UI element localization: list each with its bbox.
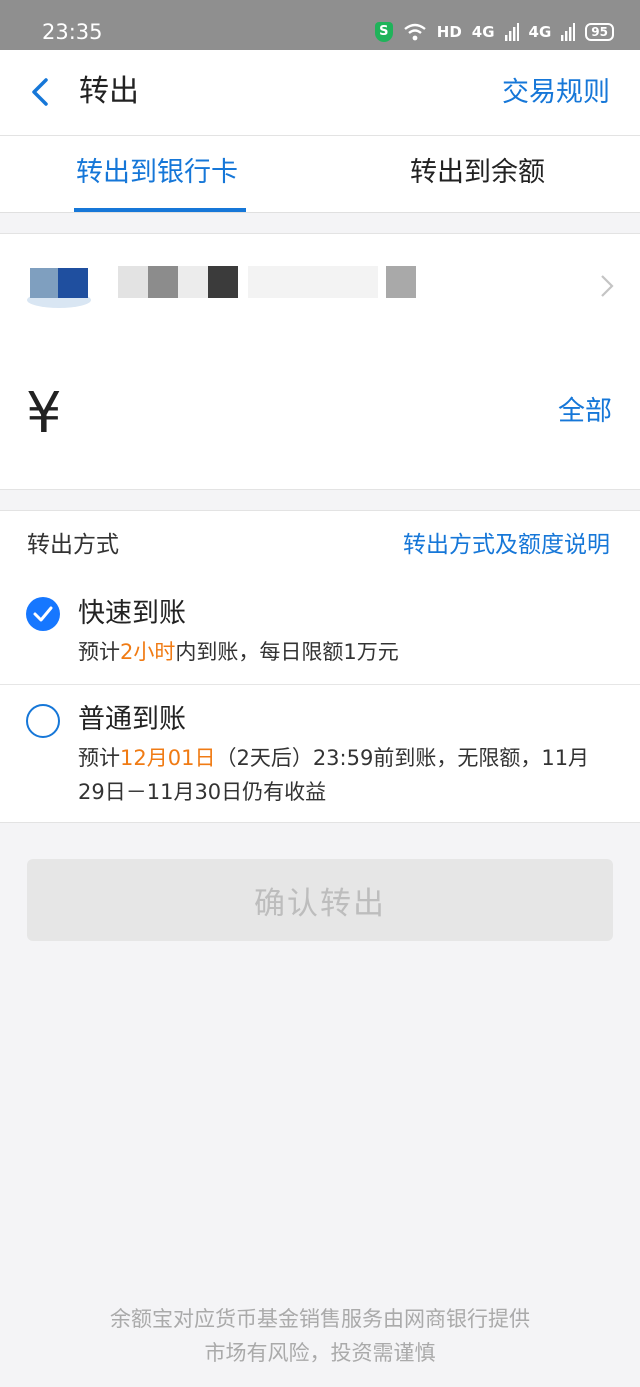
radio-unchecked-icon[interactable] bbox=[26, 704, 60, 738]
status-bar: 23:35 S HD 4G 4G 95 bbox=[0, 0, 640, 50]
signal-icon-2 bbox=[561, 23, 576, 41]
footer-line-2: 市场有风险，投资需谨慎 bbox=[204, 1341, 436, 1365]
tab-to-balance[interactable]: 转出到余额 bbox=[410, 156, 545, 190]
chevron-right-icon bbox=[601, 275, 614, 297]
all-amount-link[interactable]: 全部 bbox=[558, 395, 612, 429]
amount-row: ¥ 全部 bbox=[0, 339, 640, 490]
transaction-rules-link[interactable]: 交易规则 bbox=[502, 76, 610, 110]
status-icons: S HD 4G 4G 95 bbox=[374, 19, 614, 45]
wifi-icon bbox=[404, 23, 426, 41]
nav-bar: 转出 交易规则 bbox=[0, 50, 640, 136]
status-time: 23:35 bbox=[42, 20, 103, 44]
hd-label: HD bbox=[436, 23, 462, 41]
amount-input[interactable] bbox=[80, 394, 484, 436]
footer-line-1: 余额宝对应货币基金销售服务由网商银行提供 bbox=[110, 1307, 530, 1331]
arrival-time-highlight: 2小时 bbox=[120, 640, 176, 664]
option-fast-arrival[interactable]: 快速到账 预计2小时内到账，每日限额1万元 bbox=[0, 579, 640, 685]
transfer-method-label: 转出方式 bbox=[27, 532, 119, 558]
bank-card-selector[interactable] bbox=[0, 233, 640, 340]
battery-icon: 95 bbox=[585, 23, 614, 41]
arrival-date-highlight: 12月01日 bbox=[120, 746, 216, 770]
network-4g-label-2: 4G bbox=[528, 23, 552, 41]
option-description: 预计12月01日（2天后）23:59前到账，无限额，11月29日－11月30日仍… bbox=[78, 746, 590, 804]
masked-card-info bbox=[118, 266, 418, 298]
option-description: 预计2小时内到账，每日限额1万元 bbox=[78, 640, 399, 664]
transfer-tabs: 转出到银行卡 转出到余额 bbox=[0, 136, 640, 213]
tab-to-bank-card[interactable]: 转出到银行卡 bbox=[76, 156, 238, 190]
option-title: 普通到账 bbox=[78, 704, 186, 735]
option-title: 快速到账 bbox=[78, 598, 186, 629]
signal-icon-1 bbox=[504, 23, 519, 41]
confirm-transfer-button[interactable]: 确认转出 bbox=[27, 859, 613, 941]
page-title: 转出 bbox=[79, 74, 139, 109]
back-arrow-icon[interactable] bbox=[26, 74, 56, 110]
option-normal-arrival[interactable]: 普通到账 预计12月01日（2天后）23:59前到账，无限额，11月29日－11… bbox=[0, 685, 640, 823]
transfer-method-header: 转出方式 转出方式及额度说明 bbox=[0, 510, 640, 580]
method-info-link[interactable]: 转出方式及额度说明 bbox=[403, 529, 610, 561]
radio-checked-icon[interactable] bbox=[26, 597, 60, 631]
currency-symbol: ¥ bbox=[26, 381, 62, 446]
footer-disclaimer: 余额宝对应货币基金销售服务由网商银行提供 市场有风险，投资需谨慎 bbox=[0, 1302, 640, 1370]
network-4g-label-1: 4G bbox=[471, 23, 495, 41]
security-shield-icon: S bbox=[374, 22, 393, 42]
bank-logo-icon bbox=[27, 268, 91, 308]
active-tab-indicator bbox=[74, 208, 246, 212]
